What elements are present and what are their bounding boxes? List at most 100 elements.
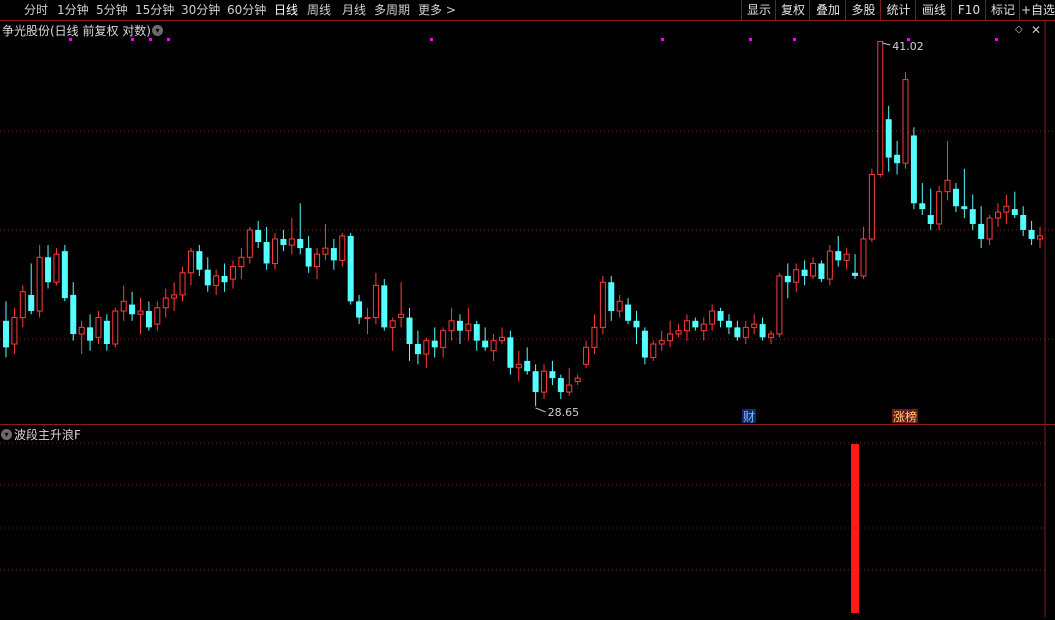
candle-body bbox=[112, 310, 119, 345]
candle-body bbox=[19, 291, 26, 319]
candle-body bbox=[280, 238, 287, 246]
candle-body bbox=[818, 263, 825, 280]
candle-body bbox=[482, 340, 489, 348]
candle-body bbox=[961, 206, 968, 210]
indicator-title: 波段主升浪F bbox=[14, 428, 81, 442]
indicator-chart[interactable] bbox=[0, 425, 1055, 617]
diamond-icon[interactable]: ◇ bbox=[1015, 24, 1023, 35]
candle-body bbox=[986, 217, 993, 240]
kline-pane[interactable]: 41.02 28.65 财 涨榜 争光股份(日线 前复权 对数) ▾ ◇ ✕ bbox=[0, 21, 1055, 424]
candle-body bbox=[524, 360, 531, 372]
candle-body bbox=[877, 40, 884, 175]
period-tab-5[interactable]: 60分钟 bbox=[227, 2, 266, 18]
candle-body bbox=[1003, 205, 1010, 213]
candle-body bbox=[843, 253, 850, 261]
candle-body bbox=[860, 238, 867, 277]
candle-body bbox=[557, 378, 564, 393]
period-tab-0[interactable]: 分时 bbox=[24, 2, 48, 18]
candle-body bbox=[994, 211, 1001, 219]
candle-body bbox=[372, 284, 379, 319]
period-tab-7[interactable]: 周线 bbox=[307, 2, 331, 18]
indicator-menu-chevron-icon[interactable]: ▾ bbox=[1, 429, 12, 440]
candle-body bbox=[187, 250, 194, 274]
candle-body bbox=[616, 300, 623, 312]
candle-body bbox=[95, 317, 102, 338]
candle-body bbox=[87, 327, 94, 341]
toolbar-action-0[interactable]: 显示 bbox=[741, 0, 776, 20]
close-icon[interactable]: ✕ bbox=[1031, 23, 1041, 37]
period-tab-6[interactable]: 日线 bbox=[274, 2, 298, 18]
toolbar-action-1[interactable]: 复权 bbox=[775, 0, 810, 20]
candle-body bbox=[515, 363, 522, 369]
candle-body bbox=[734, 327, 741, 338]
candle-body bbox=[70, 294, 77, 335]
candle-body bbox=[868, 173, 875, 240]
candle-body bbox=[969, 209, 976, 224]
candle-body bbox=[305, 248, 312, 267]
candle-body bbox=[1028, 229, 1035, 239]
candle-body bbox=[288, 238, 295, 246]
period-tab-1[interactable]: 1分钟 bbox=[57, 2, 89, 18]
candle-body bbox=[297, 238, 304, 249]
candle-body bbox=[810, 262, 817, 277]
candle-body bbox=[885, 119, 892, 158]
event-dot bbox=[907, 38, 910, 41]
toolbar-action-6[interactable]: F10 bbox=[951, 0, 986, 20]
candle-body bbox=[852, 272, 859, 276]
candle-body bbox=[902, 79, 909, 164]
toolbar-action-8[interactable]: +自选 bbox=[1019, 0, 1055, 20]
toolbar-action-3[interactable]: 多股 bbox=[845, 0, 881, 20]
pane-divider[interactable] bbox=[0, 424, 1055, 425]
candle-body bbox=[339, 235, 346, 261]
candle-body bbox=[1011, 209, 1018, 216]
candle-body bbox=[120, 300, 127, 312]
period-tab-4[interactable]: 30分钟 bbox=[181, 2, 220, 18]
candle-body bbox=[229, 266, 236, 280]
candle-body bbox=[423, 340, 430, 355]
period-toolbar: 分时 1分钟 5分钟 15分钟 30分钟 60分钟 日线 周线 月线 多周期 更多 > 显示 复权 叠加多… bbox=[0, 0, 1055, 21]
candle-body bbox=[381, 285, 388, 328]
cai-marker: 财 bbox=[743, 410, 755, 424]
candle-body bbox=[255, 229, 262, 242]
low-pointer bbox=[535, 407, 546, 413]
period-tab-2[interactable]: 5分钟 bbox=[96, 2, 128, 18]
candle-body bbox=[793, 269, 800, 283]
kline-chart[interactable]: 41.02 28.65 财 涨榜 bbox=[0, 21, 1055, 424]
toolbar-action-4[interactable]: 统计 bbox=[880, 0, 916, 20]
candle-body bbox=[36, 256, 43, 312]
period-tab-10[interactable]: 更多 > bbox=[418, 2, 456, 18]
candle-body bbox=[314, 253, 321, 268]
period-tab-3[interactable]: 15分钟 bbox=[135, 2, 174, 18]
toolbar-action-7[interactable]: 标记 bbox=[985, 0, 1020, 20]
event-dot bbox=[661, 38, 664, 41]
indicator-pane[interactable]: ▾ 波段主升浪F bbox=[0, 425, 1055, 617]
candle-body bbox=[692, 320, 699, 328]
candle-body bbox=[658, 340, 665, 345]
candle-body bbox=[61, 251, 68, 299]
title-menu-chevron-icon[interactable]: ▾ bbox=[152, 25, 163, 36]
candle-body bbox=[162, 297, 169, 309]
candle-body bbox=[742, 326, 749, 338]
candle-body bbox=[1020, 215, 1027, 230]
candle-body bbox=[667, 333, 674, 342]
candle-body bbox=[776, 275, 783, 335]
candle-body bbox=[709, 310, 716, 325]
candle-body bbox=[238, 256, 245, 268]
toolbar-action-5[interactable]: 画线 bbox=[915, 0, 952, 20]
candle-body bbox=[549, 371, 556, 379]
period-tab-8[interactable]: 月线 bbox=[342, 2, 366, 18]
candle-body bbox=[700, 323, 707, 332]
candle-body bbox=[78, 326, 85, 335]
candle-body bbox=[751, 323, 758, 328]
candle-body bbox=[583, 346, 590, 365]
period-tab-9[interactable]: 多周期 bbox=[374, 2, 410, 18]
candle-body bbox=[414, 344, 421, 355]
candle-body bbox=[574, 377, 581, 383]
candle-body bbox=[599, 281, 606, 328]
candle-body bbox=[641, 330, 648, 358]
candle-body bbox=[347, 235, 354, 302]
candle-body bbox=[507, 337, 514, 368]
candle-body bbox=[389, 320, 396, 328]
candle-body bbox=[675, 330, 682, 335]
toolbar-action-2[interactable]: 叠加 bbox=[809, 0, 846, 20]
